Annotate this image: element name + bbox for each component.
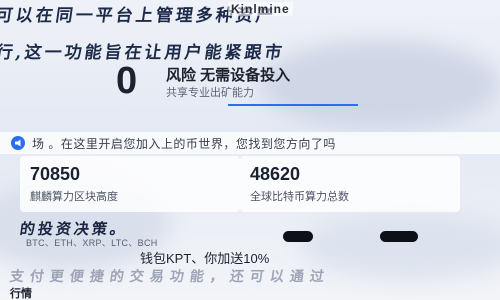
announcement-icon [11, 136, 25, 150]
background-blur [260, 40, 500, 130]
accent-underline [228, 104, 358, 106]
coin-list: BTC、ETH、XRP、LTC、BCH [26, 238, 158, 248]
decorative-pill [380, 231, 418, 242]
overlay-text-row: 行,这一功能旨在让用户能紧跟市 [0, 43, 286, 63]
intro-subtitle: 共享专业出矿能力 [166, 87, 254, 99]
stat-card[interactable]: 70850 麒麟算力区块高度 [20, 156, 240, 212]
feature-text: 钱包KPT、你加送10% [140, 251, 270, 266]
section-title-market[interactable]: 行情 [10, 285, 32, 300]
stat-value: 70850 [30, 164, 81, 184]
overlay-text-row: 支付更便捷的交易功能，还可以通过 [8, 269, 331, 285]
stat-label: 全球比特币算力总数 [250, 191, 349, 203]
stat-value: 48620 [250, 164, 301, 184]
announcement-banner[interactable]: 场 。在这里开启您加入上的币世界，您找到您方向了吗 [0, 132, 500, 154]
intro-big-number: 0 [116, 60, 138, 102]
decorative-pill [283, 231, 313, 242]
app-page: 可以在同一平台上管理多种资产 Kinlmine 行,这一功能旨在让用户能紧跟市 … [0, 0, 500, 300]
announcement-text: 场 。在这里开启您加入上的币世界，您找到您方向了吗 [32, 136, 336, 151]
intro-headline: 风险 无需设备投入 [166, 67, 291, 84]
stat-label: 麒麟算力区块高度 [30, 191, 118, 203]
brand-name: Kinlmine [228, 2, 293, 16]
stat-card[interactable]: 48620 全球比特币算力总数 [240, 156, 460, 212]
